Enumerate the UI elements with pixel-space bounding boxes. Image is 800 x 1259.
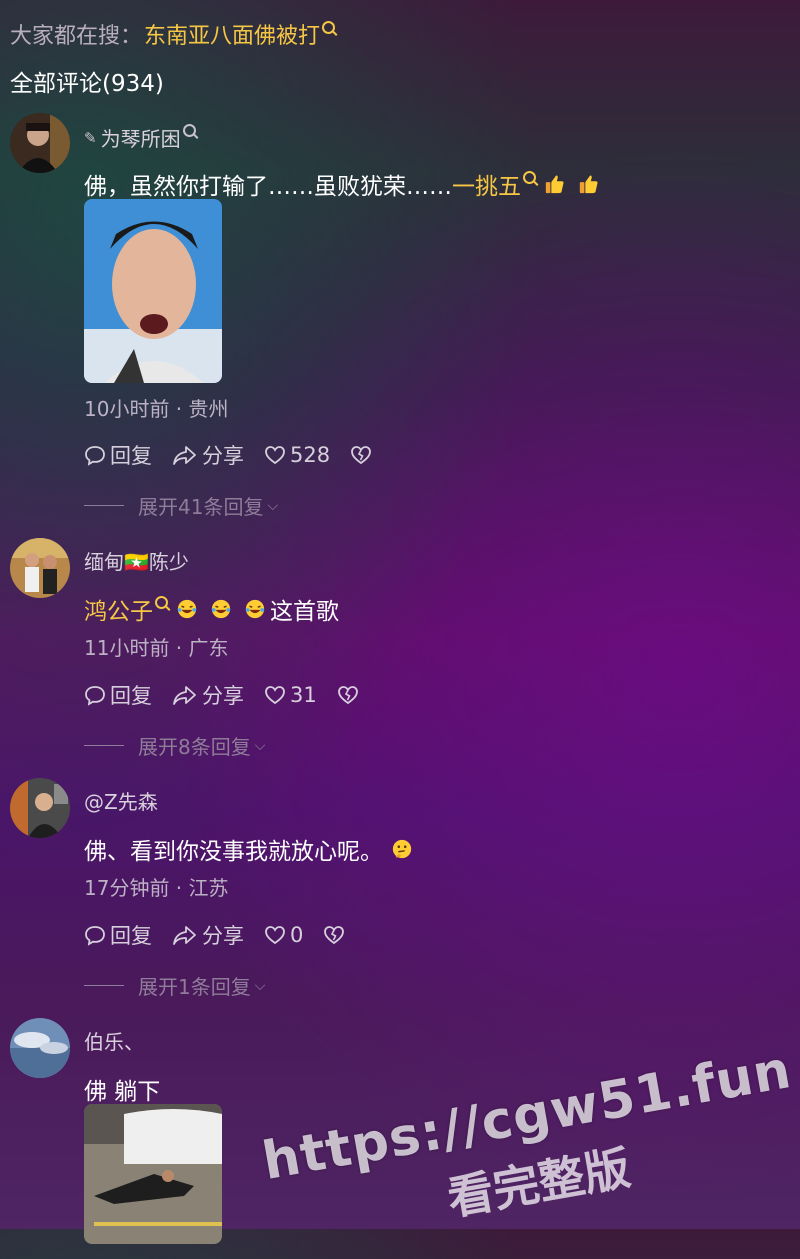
chevron-down-icon: ⌵ bbox=[254, 737, 266, 754]
search-icon bbox=[523, 170, 536, 184]
watermark: https://cgw51.fun 看完整版 bbox=[259, 1040, 800, 1259]
comment-text: 佛、看到你没事我就放心呢。 bbox=[84, 832, 417, 866]
reply-icon bbox=[85, 446, 105, 466]
divider bbox=[84, 745, 124, 746]
comment-text: 佛 躺下 bbox=[84, 1079, 161, 1105]
time-location: 17分钟前 · 江苏 bbox=[84, 876, 229, 900]
like-button[interactable]: 31 bbox=[264, 683, 317, 707]
thumbs-up-icon bbox=[545, 175, 564, 194]
user-decoration-icon: ✎ bbox=[84, 128, 97, 147]
hot-search-bar[interactable]: 大家都在搜： 东南亚八面佛被打 bbox=[10, 18, 336, 50]
heart-icon bbox=[265, 926, 285, 945]
expand-replies-button[interactable]: 展开41条回复 ⌵ bbox=[84, 491, 278, 520]
search-icon bbox=[182, 124, 196, 137]
comment-text: 佛，虽然你打输了……虽败犹荣…… 一挑五 bbox=[84, 167, 604, 201]
dislike-button[interactable] bbox=[323, 924, 349, 946]
comment-text: 鸿公子 这首歌 bbox=[84, 592, 339, 626]
username[interactable]: ✎ 为琴所困 bbox=[84, 123, 196, 152]
thinking-icon bbox=[392, 839, 412, 859]
search-icon bbox=[322, 20, 336, 34]
like-button[interactable]: 528 bbox=[264, 443, 330, 467]
comment-image[interactable] bbox=[84, 199, 222, 383]
laughing-icon bbox=[245, 599, 265, 619]
broken-heart-icon bbox=[337, 686, 358, 705]
share-button[interactable]: 分享 bbox=[172, 680, 244, 710]
reply-icon bbox=[85, 926, 105, 946]
share-button[interactable]: 分享 bbox=[172, 440, 244, 470]
search-icon bbox=[155, 595, 168, 609]
time-location: 10小时前 · 贵州 bbox=[84, 397, 229, 421]
heart-icon bbox=[265, 446, 285, 465]
hot-search-keyword[interactable]: 东南亚八面佛被打 bbox=[144, 18, 320, 50]
comment-actions: 回复 分享 528 bbox=[84, 440, 396, 470]
comment-actions: 回复 分享 31 bbox=[84, 680, 383, 710]
share-icon bbox=[173, 926, 196, 945]
avatar[interactable] bbox=[10, 778, 70, 838]
hot-search-label: 大家都在搜： bbox=[10, 24, 143, 49]
reply-button[interactable]: 回复 bbox=[84, 680, 152, 710]
expand-replies-button[interactable]: 展开1条回复 ⌵ bbox=[84, 971, 265, 1000]
share-icon bbox=[173, 686, 196, 705]
share-button[interactable]: 分享 bbox=[172, 920, 244, 950]
avatar[interactable] bbox=[10, 113, 70, 173]
divider bbox=[84, 985, 124, 986]
username[interactable]: 缅甸🇲🇲陈少 bbox=[84, 546, 189, 575]
reply-button[interactable]: 回复 bbox=[84, 920, 152, 950]
laughing-icon bbox=[211, 599, 231, 619]
like-count: 0 bbox=[290, 923, 304, 947]
comment-image[interactable] bbox=[84, 1104, 222, 1244]
broken-heart-icon bbox=[324, 926, 345, 945]
like-count: 31 bbox=[290, 683, 317, 707]
share-icon bbox=[173, 446, 196, 465]
reply-icon bbox=[85, 686, 105, 706]
reply-button[interactable]: 回复 bbox=[84, 440, 152, 470]
like-count: 528 bbox=[290, 443, 331, 467]
avatar[interactable] bbox=[10, 538, 70, 598]
broken-heart-icon bbox=[351, 446, 371, 465]
laughing-icon bbox=[177, 599, 197, 619]
like-button[interactable]: 0 bbox=[264, 923, 303, 947]
chevron-down-icon: ⌵ bbox=[267, 497, 279, 514]
comment-keyword[interactable]: 一挑五 bbox=[452, 167, 521, 201]
dislike-button[interactable] bbox=[350, 444, 376, 466]
chevron-down-icon: ⌵ bbox=[254, 977, 266, 994]
comment-keyword[interactable]: 鸿公子 bbox=[84, 592, 153, 626]
dislike-button[interactable] bbox=[337, 684, 363, 706]
comment-actions: 回复 分享 0 bbox=[84, 920, 369, 950]
expand-replies-button[interactable]: 展开8条回复 ⌵ bbox=[84, 731, 265, 760]
thumbs-up-icon bbox=[579, 175, 598, 194]
comments-count-title: 全部评论(934) bbox=[10, 71, 164, 97]
time-location: 11小时前 · 广东 bbox=[84, 636, 229, 660]
avatar[interactable] bbox=[10, 1018, 70, 1078]
username[interactable]: 伯乐、 bbox=[84, 1026, 144, 1055]
heart-icon bbox=[265, 686, 285, 705]
username[interactable]: @Z先森 bbox=[84, 786, 158, 815]
divider bbox=[84, 505, 124, 506]
